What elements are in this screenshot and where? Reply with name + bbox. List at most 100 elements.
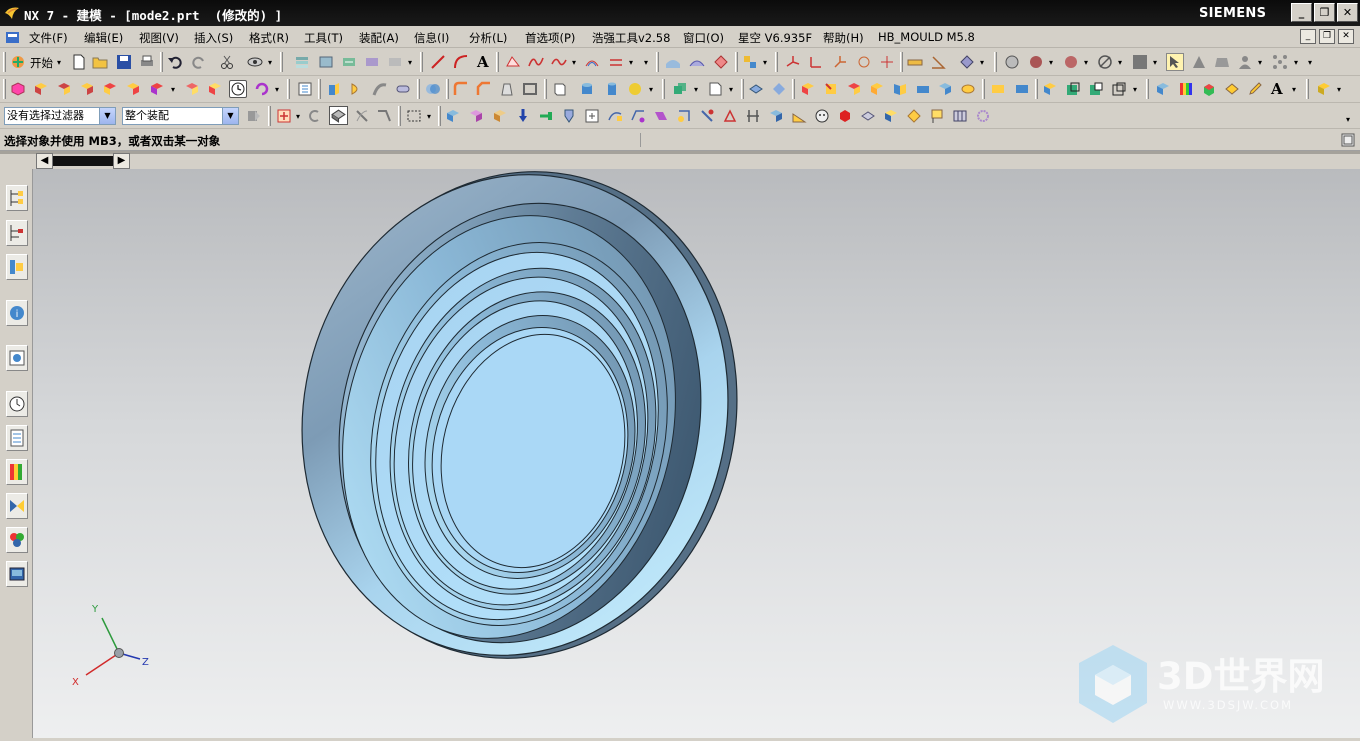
- show-hide-dropdown-icon[interactable]: ▾: [268, 58, 272, 67]
- menu-tools[interactable]: 工具(T): [304, 30, 343, 46]
- menu-analysis[interactable]: 分析(L): [469, 30, 507, 46]
- tab-scroll-thumb[interactable]: [53, 156, 113, 166]
- rotate-view-icon[interactable]: [254, 81, 270, 97]
- face-analysis-dropdown-icon[interactable]: ▾: [1084, 58, 1088, 67]
- chamfer-icon[interactable]: [476, 81, 492, 97]
- project-curve-icon[interactable]: [608, 54, 624, 70]
- select-solid-icon[interactable]: [768, 108, 784, 124]
- layer-settings-icon[interactable]: [294, 54, 310, 70]
- layer-visibility-icon[interactable]: [318, 54, 334, 70]
- view-iso-icon[interactable]: [102, 81, 118, 97]
- face-analysis-icon[interactable]: [1063, 54, 1079, 70]
- pencil-icon[interactable]: [1247, 81, 1263, 97]
- menu-haoqiang-tools[interactable]: 浩强工具v2.58: [592, 30, 670, 46]
- resource-system-materials[interactable]: [6, 527, 28, 553]
- snap-arc-center-icon[interactable]: [538, 108, 554, 124]
- close-button[interactable]: ✕: [1337, 3, 1358, 22]
- sync-group-face-icon[interactable]: [960, 81, 976, 97]
- show-hide-icon[interactable]: [247, 54, 263, 70]
- curve-icon[interactable]: [528, 54, 544, 70]
- view-orient-dropdown-icon[interactable]: ▾: [171, 85, 175, 94]
- new-file-icon[interactable]: [71, 54, 87, 70]
- doc-close-button[interactable]: ✕: [1338, 29, 1354, 44]
- role-dropdown-icon[interactable]: ▾: [1258, 58, 1262, 67]
- view-fit-icon[interactable]: [10, 81, 26, 97]
- shell-icon[interactable]: [522, 81, 538, 97]
- menu-window[interactable]: 窗口(O): [683, 30, 724, 46]
- menu-assemblies[interactable]: 装配(A): [359, 30, 399, 46]
- view-front-icon[interactable]: [56, 81, 72, 97]
- toolbar-options-icon[interactable]: ▾: [1308, 58, 1312, 67]
- edit-object-display-icon[interactable]: [1224, 81, 1240, 97]
- spline-icon[interactable]: [551, 54, 567, 70]
- resource-roles[interactable]: [6, 493, 28, 519]
- copy-to-layer-icon[interactable]: [364, 54, 380, 70]
- start-icon[interactable]: [10, 54, 26, 70]
- shaded-icon[interactable]: [1028, 54, 1044, 70]
- sketch-icon[interactable]: [505, 54, 521, 70]
- menu-insert[interactable]: 插入(S): [194, 30, 233, 46]
- intersect-icon[interactable]: [1111, 81, 1127, 97]
- view-trimetric-icon[interactable]: [125, 81, 141, 97]
- cylinder-icon[interactable]: [579, 81, 595, 97]
- sync-constrain-face-icon[interactable]: [937, 81, 953, 97]
- undo-icon[interactable]: [167, 54, 183, 70]
- surface-icon[interactable]: [665, 54, 681, 70]
- sync-offset-region-icon[interactable]: [846, 81, 862, 97]
- cone-icon[interactable]: [604, 81, 620, 97]
- restore-button[interactable]: ❐: [1314, 3, 1335, 22]
- minimize-button[interactable]: _: [1291, 3, 1312, 22]
- select-curve-icon[interactable]: [883, 108, 899, 124]
- color-spectrum-icon[interactable]: [1178, 81, 1194, 97]
- snap-tangent-icon[interactable]: [676, 108, 692, 124]
- view-back-icon[interactable]: [184, 81, 200, 97]
- selection-options-icon[interactable]: [975, 108, 991, 124]
- sphere-icon[interactable]: [627, 81, 643, 97]
- snap-bounded-icon[interactable]: [653, 108, 669, 124]
- tube-icon[interactable]: [395, 81, 411, 97]
- menu-format[interactable]: 格式(R): [249, 30, 289, 46]
- extrude-icon[interactable]: [326, 81, 342, 97]
- select-datum-icon[interactable]: [906, 108, 922, 124]
- toolbar-grip[interactable]: [3, 79, 6, 99]
- offset-face-icon[interactable]: [748, 81, 764, 97]
- green-feature-icon[interactable]: [1065, 81, 1081, 97]
- menu-hb-mould[interactable]: HB_MOULD M5.8: [878, 30, 975, 44]
- snap-on-curve-icon[interactable]: [607, 108, 623, 124]
- view-left-icon[interactable]: [207, 81, 223, 97]
- sheet-dropdown-icon[interactable]: ▾: [729, 85, 733, 94]
- resource-constraint-navigator[interactable]: [6, 220, 28, 246]
- view-section-icon[interactable]: [1214, 54, 1230, 70]
- selection-scope-arrow-icon[interactable]: ▼: [222, 108, 238, 124]
- draft-icon[interactable]: [499, 81, 515, 97]
- unite-dropdown-icon[interactable]: ▾: [694, 85, 698, 94]
- feature-group-icon[interactable]: [1042, 81, 1058, 97]
- text-icon[interactable]: A: [477, 53, 493, 71]
- move-to-layer-icon[interactable]: [341, 54, 357, 70]
- perspective-icon[interactable]: [1191, 54, 1207, 70]
- resource-visualization[interactable]: [6, 459, 28, 485]
- background-color-icon[interactable]: [1132, 54, 1148, 70]
- layer-dropdown-icon[interactable]: ▾: [408, 58, 412, 67]
- resource-process-studio[interactable]: [6, 425, 28, 451]
- no-background-icon[interactable]: [1097, 54, 1113, 70]
- view-top-icon[interactable]: [33, 81, 49, 97]
- menu-xingkong[interactable]: 星空 V6.935F: [738, 30, 812, 46]
- background-color-dropdown-icon[interactable]: ▾: [1153, 58, 1157, 67]
- view-bottom-icon[interactable]: [149, 81, 165, 97]
- parting-icon[interactable]: [1014, 81, 1030, 97]
- select-all-icon[interactable]: [276, 108, 292, 124]
- menu-file[interactable]: 文件(F): [29, 30, 68, 46]
- resource-assembly-navigator[interactable]: [6, 185, 28, 211]
- sheet-icon[interactable]: [707, 81, 723, 97]
- select-object-icon[interactable]: [1166, 53, 1184, 71]
- resource-history[interactable]: [6, 391, 28, 417]
- assembly-dropdown-icon[interactable]: ▾: [763, 58, 767, 67]
- snap-points-icon[interactable]: [1272, 54, 1288, 70]
- resource-web-browser[interactable]: [6, 345, 28, 371]
- material-icon[interactable]: [1201, 81, 1217, 97]
- component-select-icon[interactable]: [329, 106, 348, 125]
- snap-dropdown-icon[interactable]: ▾: [1294, 58, 1298, 67]
- menu-edit[interactable]: 编辑(E): [84, 30, 123, 46]
- tab-scroll-right-button[interactable]: ▶: [113, 153, 130, 169]
